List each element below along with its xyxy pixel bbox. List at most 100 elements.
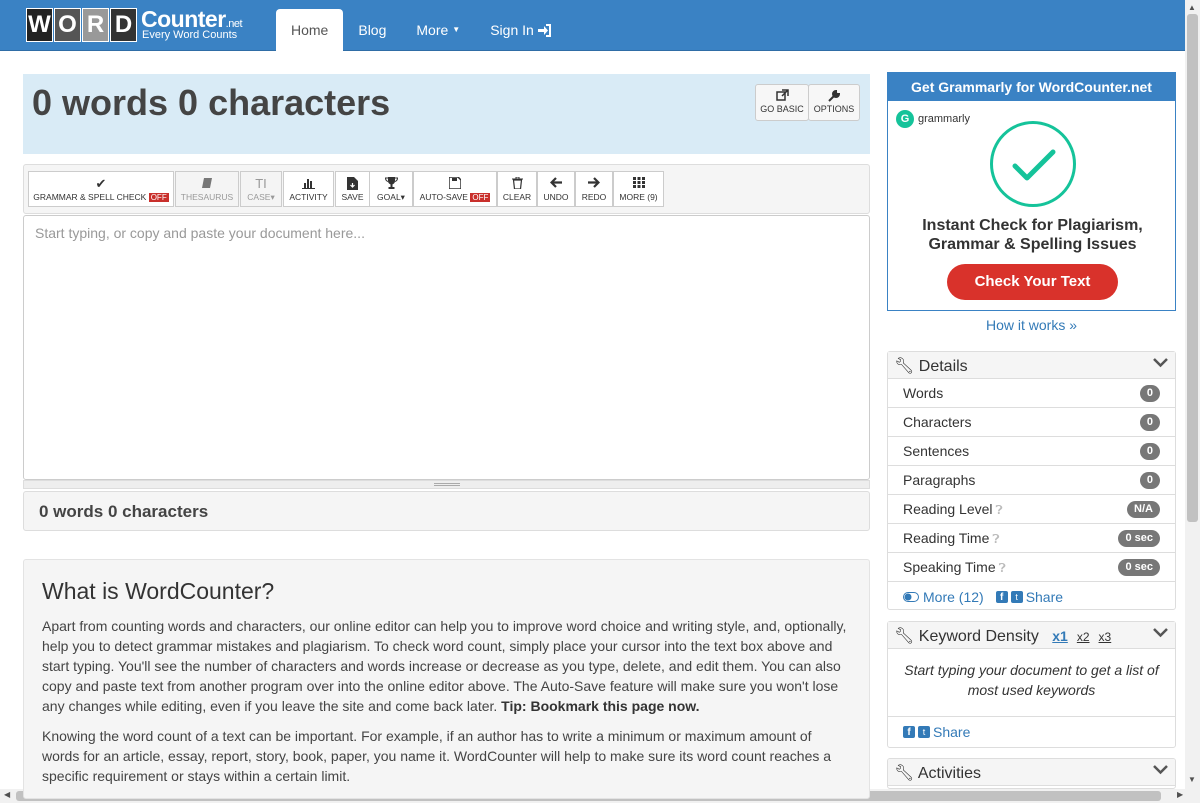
more-tools-button[interactable]: MORE (9) (613, 171, 664, 207)
logo-letter-d: D (110, 8, 137, 42)
save-label: SAVE (341, 192, 364, 202)
nav-blog[interactable]: Blog (343, 9, 401, 51)
facebook-icon: f (903, 725, 915, 738)
nav-sign-in[interactable]: Sign In (475, 9, 567, 51)
detail-row-words: Words 0 (888, 379, 1175, 408)
go-basic-button[interactable]: GO BASIC (755, 84, 809, 121)
nav-sign-in-label: Sign In (490, 22, 534, 38)
goal-label: GOAL (377, 192, 401, 202)
ad-header: Get Grammarly for WordCounter.net (888, 73, 1175, 101)
wrench-icon (809, 89, 859, 104)
logo[interactable]: W O R D Counter.net Every Word Counts (26, 8, 243, 44)
details-share-link[interactable]: f t Share (995, 589, 1063, 605)
goal-button[interactable]: GOAL▾ (369, 171, 413, 207)
grammar-off-badge: OFF (148, 193, 169, 202)
options-button[interactable]: OPTIONS (808, 84, 860, 121)
check-your-text-button[interactable]: Check Your Text (947, 264, 1118, 300)
checkmark-circle-icon (990, 121, 1076, 207)
question-circle-icon[interactable]: ❓︎ (996, 503, 1003, 517)
document-textarea[interactable] (23, 215, 870, 480)
detail-label: Reading Level (903, 500, 993, 517)
clear-label: CLEAR (502, 192, 532, 202)
detail-label: Reading Time (903, 529, 990, 546)
nav-home[interactable]: Home (276, 9, 344, 51)
nav-more-label: More (416, 22, 449, 38)
scroll-up-icon[interactable]: ▲ (1188, 3, 1196, 12)
detail-value-badge: 0 (1139, 471, 1160, 489)
book-icon (176, 177, 238, 191)
question-circle-icon[interactable]: ❓︎ (999, 561, 1006, 575)
redo-button[interactable]: REDO (575, 171, 613, 207)
article-paragraph-2: Knowing the word count of a text can be … (42, 728, 832, 784)
undo-button[interactable]: UNDO (537, 171, 575, 207)
chevron-down-icon[interactable] (1153, 355, 1168, 371)
floppy-disk-icon (414, 176, 496, 191)
bottom-word-count: 0 words 0 characters (23, 491, 870, 531)
case-caret-icon: ▾ (270, 192, 275, 202)
keyword-x3-link[interactable]: x3 (1099, 630, 1112, 644)
go-basic-label: GO BASIC (760, 104, 804, 114)
details-panel-header[interactable]: 🔧︎ Details (888, 352, 1175, 379)
grip-lines (434, 483, 460, 486)
case-button[interactable]: TI CASE▾ (240, 171, 282, 207)
scroll-right-icon[interactable]: ▶ (1177, 790, 1183, 799)
arrow-left-icon (538, 177, 574, 191)
detail-label: Sentences (903, 443, 970, 459)
logo-letter-w: W (26, 8, 53, 42)
vertical-scrollbar[interactable]: ▲ ▼ (1185, 0, 1200, 789)
grammar-label: GRAMMAR & SPELL CHECK (33, 192, 147, 202)
details-more-label: More (12) (923, 588, 984, 605)
article-p1-text: Apart from counting words and characters… (42, 618, 847, 714)
keyword-share-label: Share (933, 723, 971, 740)
detail-label-wrap: Reading Time ❓︎ (903, 530, 1000, 547)
activity-button[interactable]: ACTIVITY (283, 171, 334, 207)
keyword-x2-link[interactable]: x2 (1077, 630, 1090, 644)
undo-label: UNDO (543, 192, 569, 202)
sign-in-icon (537, 23, 551, 37)
vertical-scroll-thumb[interactable] (1187, 14, 1198, 522)
keyword-empty-message: Start typing your document to get a list… (888, 649, 1175, 717)
detail-label: Characters (903, 414, 972, 430)
file-download-icon (336, 177, 369, 191)
chevron-down-icon[interactable] (1153, 625, 1168, 641)
details-more-link[interactable]: More (12) (903, 589, 984, 605)
page-title: 0 words 0 characters (32, 82, 391, 123)
clear-button[interactable]: CLEAR (497, 171, 537, 207)
facebook-icon: f (995, 590, 1008, 603)
detail-row-sentences: Sentences 0 (888, 437, 1175, 466)
activities-panel-header[interactable]: 🔧︎ Activities (888, 759, 1175, 786)
save-button[interactable]: SAVE (335, 171, 370, 207)
text-height-icon: TI (255, 176, 267, 191)
question-circle-icon[interactable]: ❓︎ (992, 532, 999, 546)
how-it-works-link[interactable]: How it works » (887, 317, 1176, 333)
textarea-resize-handle[interactable] (23, 480, 870, 489)
keyword-share-link[interactable]: f t Share (903, 724, 970, 740)
scroll-left-icon[interactable]: ◀ (4, 790, 10, 799)
auto-save-off-badge: OFF (470, 193, 491, 202)
ad-message-line-2: Grammar & Spelling Issues (928, 236, 1137, 253)
editor-toolbar: ✔ GRAMMAR & SPELL CHECK OFF THESAURUS TI… (23, 164, 870, 214)
chevron-down-icon[interactable] (1153, 762, 1168, 778)
nav-more[interactable]: More ▼ (401, 9, 475, 51)
thesaurus-label: THESAURUS (180, 192, 234, 202)
grammarly-name: grammarly (918, 113, 970, 125)
auto-save-button[interactable]: AUTO-SAVE OFF (413, 171, 497, 207)
keyword-x1-link[interactable]: x1 (1052, 628, 1068, 644)
thesaurus-button[interactable]: THESAURUS (175, 171, 239, 207)
keyword-density-toggles: x1 x2 x3 (1043, 628, 1111, 645)
keyword-panel-header[interactable]: 🔧︎ Keyword Density x1 x2 x3 (888, 622, 1175, 649)
detail-row-speaking-time: Speaking Time ❓︎ 0 sec (888, 553, 1175, 582)
ad-message-line-1: Instant Check for Plagiarism, (922, 217, 1143, 234)
grammarly-ad[interactable]: Get Grammarly for WordCounter.net Ggramm… (887, 72, 1176, 311)
detail-label: Words (903, 385, 944, 401)
detail-value-badge: 0 sec (1118, 529, 1160, 547)
article-paragraph-1: Apart from counting words and characters… (42, 616, 851, 716)
grammar-spell-check-button[interactable]: ✔ GRAMMAR & SPELL CHECK OFF (28, 171, 174, 207)
check-icon: ✔ (95, 176, 107, 191)
detail-value-badge: 0 sec (1118, 558, 1160, 576)
details-title: Details (918, 358, 968, 375)
main-nav: Home Blog More ▼ Sign In (276, 9, 567, 51)
activities-title: Activities (917, 765, 981, 782)
wrench-icon: 🔧︎ (894, 628, 915, 645)
scroll-down-icon[interactable]: ▼ (1188, 775, 1196, 784)
